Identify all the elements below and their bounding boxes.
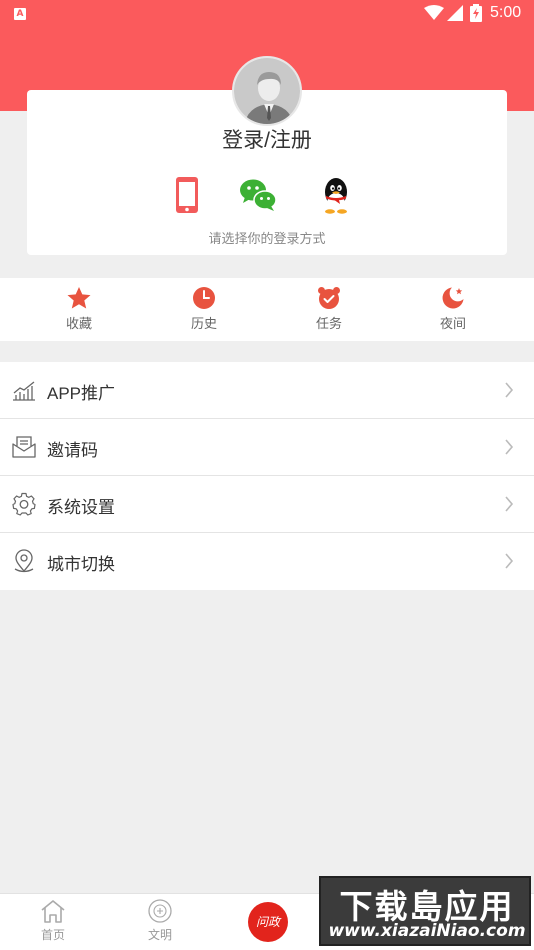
- tab-civilization[interactable]: 文明: [120, 898, 200, 948]
- tasks-button[interactable]: 任务: [294, 286, 364, 336]
- favorites-button[interactable]: 收藏: [44, 286, 114, 336]
- login-register-title[interactable]: 登录/注册: [0, 124, 534, 154]
- envelope-icon: [12, 436, 36, 458]
- qq-login-button[interactable]: [316, 175, 356, 215]
- app-notification-icon: A: [14, 8, 26, 20]
- signal-icon: [447, 5, 463, 21]
- tab-home-label: 首页: [40, 928, 65, 942]
- quick-actions-bar: 收藏 历史 任务 夜间: [0, 278, 534, 341]
- menu-item-city-switch[interactable]: 城市切换: [0, 533, 534, 590]
- night-mode-button[interactable]: 夜间: [418, 286, 488, 336]
- moon-icon: [442, 287, 464, 309]
- menu-label-app-promotion: APP推广: [47, 384, 116, 403]
- favorites-label: 收藏: [65, 317, 92, 332]
- avatar[interactable]: [232, 56, 302, 126]
- status-time: 5:00: [490, 4, 522, 21]
- tab-home[interactable]: 首页: [13, 898, 93, 948]
- login-hint: 请选择你的登录方式: [208, 232, 326, 247]
- location-icon: [14, 549, 34, 573]
- tasks-label: 任务: [315, 317, 342, 332]
- tab-inquiry-center-button[interactable]: 问政: [248, 902, 288, 942]
- settings-menu: APP推广 邀请码 系统设置 城市切换: [0, 362, 534, 590]
- qq-icon: [325, 178, 347, 214]
- alarm-icon: [318, 287, 340, 309]
- menu-label-system-settings: 系统设置: [47, 498, 115, 517]
- menu-item-system-settings[interactable]: 系统设置: [0, 476, 534, 533]
- menu-item-invite-code[interactable]: 邀请码: [0, 419, 534, 476]
- home-icon: [41, 900, 65, 923]
- chevron-right-icon: [505, 553, 514, 569]
- watermark-logo: 下载島应用 www.xiazaiNiao.com: [319, 876, 531, 946]
- wechat-icon: [240, 179, 277, 211]
- wifi-icon: [424, 5, 444, 20]
- chevron-right-icon: [505, 439, 514, 455]
- watermark-url: www.xiazaiNiao.com: [328, 921, 526, 941]
- menu-label-city-switch: 城市切换: [47, 555, 115, 574]
- chevron-right-icon: [505, 496, 514, 512]
- night-mode-label: 夜间: [439, 317, 466, 332]
- login-methods: [0, 175, 534, 215]
- chevron-right-icon: [505, 382, 514, 398]
- menu-label-invite-code: 邀请码: [47, 441, 98, 460]
- gear-icon: [12, 492, 36, 516]
- clock-icon: [193, 287, 215, 309]
- civilization-emblem-icon: [148, 899, 172, 923]
- status-bar: A 5:00: [0, 0, 534, 28]
- star-icon: [67, 287, 91, 309]
- tab-civilization-label: 文明: [147, 928, 172, 942]
- menu-item-app-promotion[interactable]: APP推广: [0, 362, 534, 419]
- phone-login-button[interactable]: [167, 175, 207, 215]
- history-button[interactable]: 历史: [169, 286, 239, 336]
- chart-icon: [13, 381, 35, 401]
- history-label: 历史: [190, 317, 217, 332]
- phone-icon: [176, 177, 198, 213]
- battery-icon: [470, 4, 482, 22]
- wechat-login-button[interactable]: [238, 175, 278, 215]
